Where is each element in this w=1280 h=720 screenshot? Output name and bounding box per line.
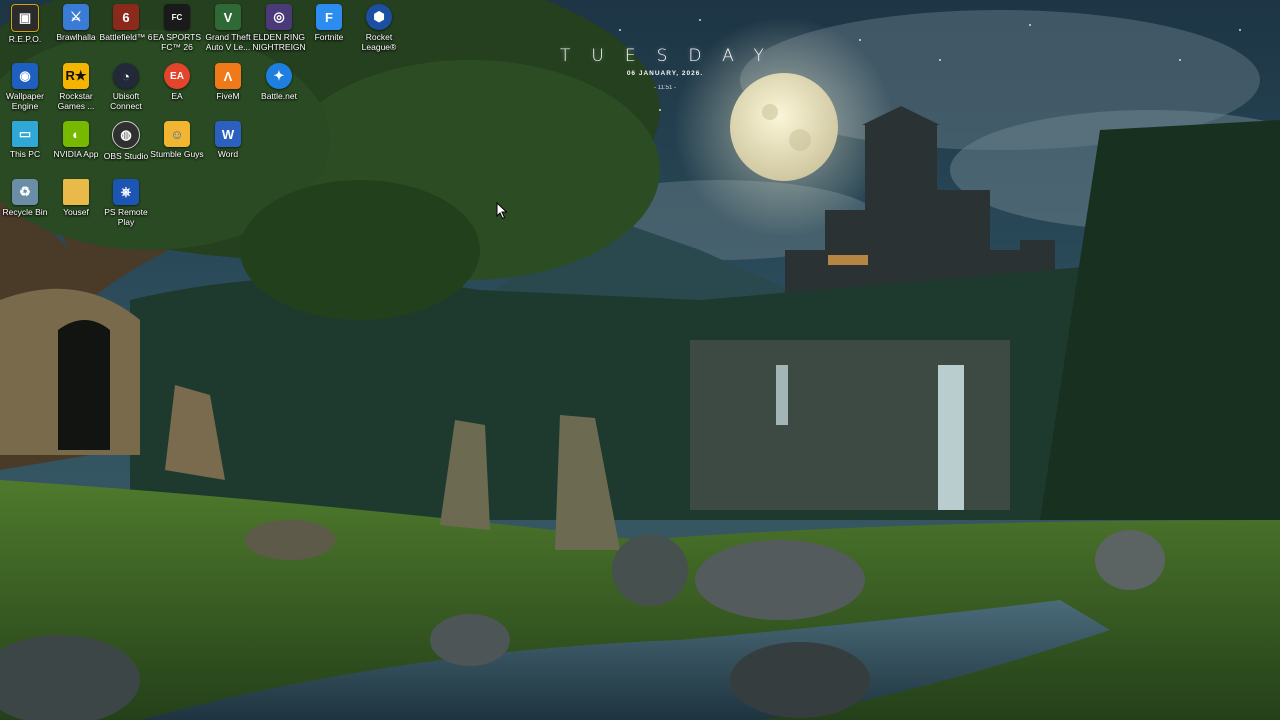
desktop-icon-label: Word [217,149,239,159]
desktop-icon-fortnite[interactable]: F Fortnite [304,4,354,43]
fortnite-icon: F [316,4,342,30]
wallpaper [0,0,1280,720]
folder-icon [63,179,89,205]
desktop-icon-ps-remote-play[interactable]: ⎈ PS Remote Play [101,179,151,227]
ea-fc-icon: FC [164,4,190,30]
desktop-icon-yousef-folder[interactable]: Yousef [51,179,101,218]
clock-widget: TUESDAY 06 JANUARY, 2026. - 11:51 - [560,46,770,91]
desktop-icon-battlefield[interactable]: 6 Battlefield™ 6 [100,4,152,43]
elden-ring-icon: ◎ [266,4,292,30]
desktop-icon-word[interactable]: W Word [203,121,253,160]
desktop-icon-label: Rocket League® [361,32,397,52]
obs-icon: ◍ [112,121,140,149]
desktop-icon-wallpaper-engine[interactable]: ◉ Wallpaper Engine [0,63,50,111]
desktop-icon-label: Battle.net [261,91,297,101]
desktop-icon-label: PS Remote Play [104,207,148,227]
desktop-icon-rocket-league[interactable]: ⬢ Rocket League® [354,4,404,52]
fivem-icon: Λ [215,63,241,89]
battlefield-icon: 6 [113,4,139,30]
desktop-icon-brawlhalla[interactable]: ⚔ Brawlhalla [51,4,101,43]
desktop[interactable]: TUESDAY 06 JANUARY, 2026. - 11:51 - ▣ R.… [0,0,1280,720]
desktop-icon-this-pc[interactable]: ▭ This PC [0,121,50,160]
this-pc-icon: ▭ [12,121,38,147]
ubisoft-icon: ◔ [113,63,139,89]
mouse-cursor-icon [496,202,508,220]
clock-time: - 11:51 - [654,85,676,91]
desktop-icon-nvidia[interactable]: ◐ NVIDIA App [51,121,101,160]
desktop-icon-recycle-bin[interactable]: ♻ Recycle Bin [0,179,50,218]
wallpaper-engine-icon: ◉ [12,63,38,89]
desktop-icon-repo[interactable]: ▣ R.E.P.O. [0,4,50,45]
gta-icon: V [215,4,241,30]
repo-icon: ▣ [11,4,39,32]
ps-remote-play-icon: ⎈ [113,179,139,205]
ea-icon: EA [164,63,190,89]
rockstar-icon: R★ [63,63,89,89]
desktop-icon-battlenet[interactable]: ✦ Battle.net [254,63,304,102]
desktop-icon-obs[interactable]: ◍ OBS Studio [101,121,151,162]
desktop-icon-ea-fc[interactable]: FC EA SPORTS FC™ 26 [152,4,202,52]
clock-date: 06 JANUARY, 2026. [626,70,704,77]
rocket-league-icon: ⬢ [366,4,392,30]
stumble-guys-icon: ☺ [164,121,190,147]
nvidia-icon: ◐ [63,121,89,147]
clock-day: TUESDAY [560,46,785,66]
desktop-icon-stumble-guys[interactable]: ☺ Stumble Guys [150,121,204,160]
desktop-icon-rockstar[interactable]: R★ Rockstar Games ... [51,63,101,111]
desktop-icon-fivem[interactable]: Λ FiveM [203,63,253,102]
battlenet-icon: ✦ [266,63,292,89]
desktop-icon-ubisoft[interactable]: ◔ Ubisoft Connect [101,63,151,111]
brawlhalla-icon: ⚔ [63,4,89,30]
desktop-icon-elden-ring[interactable]: ◎ ELDEN RING NIGHTREIGN [252,4,306,52]
recycle-bin-icon: ♻ [12,179,38,205]
word-icon: W [215,121,241,147]
desktop-icon-gta[interactable]: V Grand Theft Auto V Le... [203,4,253,52]
desktop-icon-ea[interactable]: EA EA [152,63,202,102]
